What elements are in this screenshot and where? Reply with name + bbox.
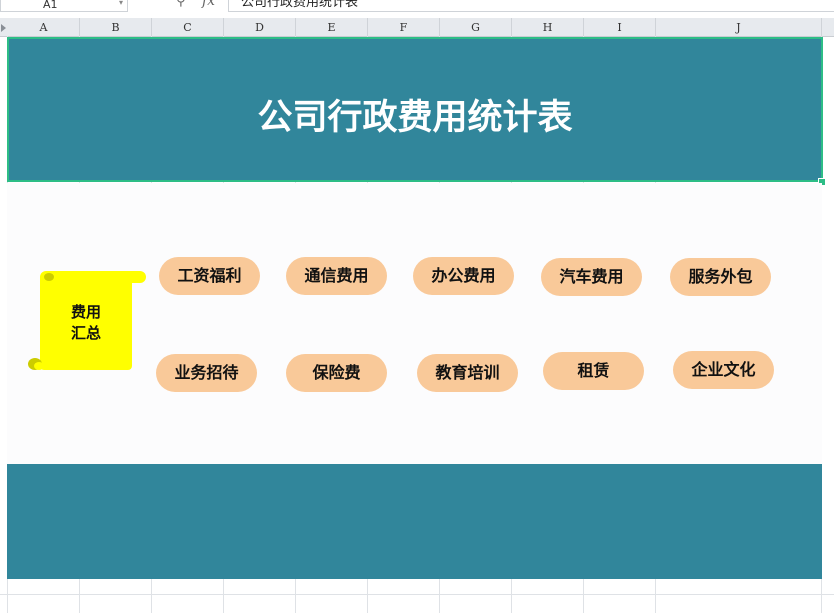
column-header-f[interactable]: F [368,18,440,36]
column-header-i[interactable]: I [584,18,656,36]
column-header: A B C D E F G H I J [0,18,834,37]
footer-band [7,464,822,579]
column-header-g[interactable]: G [440,18,512,36]
category-pill-insurance[interactable]: 保险费 [286,354,387,392]
name-box[interactable]: A1 ▾ [0,0,128,12]
column-header-e[interactable]: E [296,18,368,36]
category-pill-communication[interactable]: 通信费用 [286,257,387,295]
category-pill-salary-welfare[interactable]: 工资福利 [159,257,260,295]
column-header-c[interactable]: C [152,18,224,36]
column-header-b[interactable]: B [80,18,152,36]
summary-label: 费用 汇总 [40,302,132,344]
name-box-value: A1 [43,0,58,11]
category-pill-culture[interactable]: 企业文化 [673,351,774,389]
chevron-down-icon[interactable]: ▾ [119,0,123,8]
formula-input[interactable]: 公司行政费用统计表 [228,0,834,12]
search-icon[interactable]: ⚲ [176,0,186,9]
title-cell[interactable]: 公司行政费用统计表 [7,37,823,182]
category-pill-entertainment[interactable]: 业务招待 [156,354,257,392]
category-pill-lease[interactable]: 租赁 [543,352,644,390]
column-header-h[interactable]: H [512,18,584,36]
category-pill-vehicle[interactable]: 汽车费用 [541,258,642,296]
column-header-a[interactable]: A [8,18,80,36]
select-all-corner[interactable] [0,18,8,36]
fx-icon[interactable]: fx [202,0,215,9]
column-header-j[interactable]: J [656,18,822,36]
summary-scroll-shape[interactable]: 费用 汇总 [28,270,148,378]
formula-bar: A1 ▾ ⚲ fx 公司行政费用统计表 [0,0,834,19]
scroll-curl [44,273,54,281]
category-pill-outsourcing[interactable]: 服务外包 [670,258,771,296]
summary-label-line2: 汇总 [70,324,101,342]
category-pill-training[interactable]: 教育培训 [417,354,518,392]
scroll-top [40,271,146,283]
summary-label-line1: 费用 [70,303,101,321]
scroll-curl [34,362,44,370]
column-header-d[interactable]: D [224,18,296,36]
category-pill-office[interactable]: 办公费用 [413,257,514,295]
page-title: 公司行政费用统计表 [257,98,573,138]
